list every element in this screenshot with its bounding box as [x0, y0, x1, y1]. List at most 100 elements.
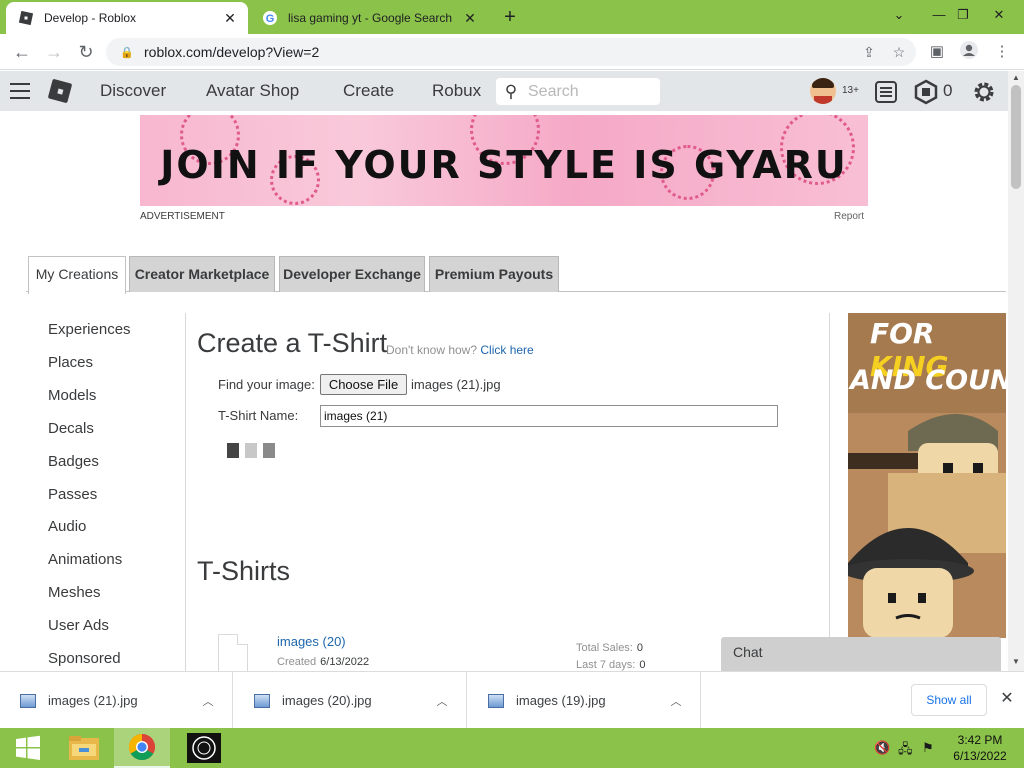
advertisement-banner[interactable]: JOIN IF YOUR STYLE IS GYARU — [140, 115, 868, 206]
search-box[interactable]: ⚲ — [496, 78, 660, 105]
report-ad-link[interactable]: Report — [834, 211, 864, 222]
tab-my-creations[interactable]: My Creations — [28, 256, 126, 294]
browser-tab-title: lisa gaming yt - Google Search — [288, 11, 453, 25]
window-close-button[interactable]: ✕ — [982, 0, 1016, 30]
total-sales-label: Total Sales: — [576, 642, 633, 654]
total-sales: Total Sales: 0 — [576, 642, 643, 654]
scrollbar-thumb[interactable] — [1011, 85, 1021, 189]
forward-button[interactable]: → — [42, 40, 66, 64]
browser-toolbar: ← → ↻ 🔒 roblox.com/develop?View=2 ⇪ ☆ ▣ … — [0, 34, 1024, 70]
robux-icon[interactable] — [913, 79, 939, 105]
section-title: T-Shirts — [197, 556, 291, 586]
sidebar-item-models[interactable]: Models — [48, 387, 96, 404]
tshirt-item-link[interactable]: images (20) — [277, 634, 346, 649]
page-scrollbar[interactable]: ▲ ▼ — [1008, 71, 1024, 671]
avatar[interactable] — [810, 78, 836, 104]
tab-creator-marketplace[interactable]: Creator Marketplace — [129, 256, 275, 292]
close-icon[interactable]: ✕ — [460, 8, 480, 28]
gear-icon[interactable] — [971, 79, 997, 105]
scroll-down-icon[interactable]: ▼ — [1008, 657, 1024, 669]
sidebar-item-passes[interactable]: Passes — [48, 486, 97, 503]
tshirt-name-field[interactable] — [320, 405, 778, 427]
scroll-up-icon[interactable]: ▲ — [1008, 73, 1024, 85]
profile-icon[interactable] — [957, 40, 981, 64]
side-advertisement[interactable]: FOR KING AND COUNTRY — [848, 313, 1006, 638]
svg-text:G: G — [266, 13, 275, 25]
clock-time: 3:42 PM — [957, 733, 1003, 747]
system-clock[interactable]: 3:42 PM 6/13/2022 — [944, 732, 1016, 764]
image-file-icon — [488, 693, 504, 708]
back-button[interactable]: ← — [10, 40, 34, 64]
chevron-up-icon[interactable]: ︿ — [198, 693, 218, 709]
hamburger-menu-icon[interactable] — [10, 83, 30, 99]
taskbar: 🔇 🖧 ⚑ 3:42 PM 6/13/2022 — [0, 728, 1024, 768]
click-here-link[interactable]: Click here — [480, 343, 533, 357]
windows-start-button[interactable] — [0, 728, 56, 768]
notification-flag-icon[interactable]: ⚑ — [922, 740, 934, 756]
file-thumbnail-icon[interactable] — [218, 634, 248, 672]
created-date: Created 6/13/2022 — [277, 656, 369, 668]
nav-robux[interactable]: Robux — [432, 81, 481, 101]
help-hint: Don't know how? Click here — [386, 343, 534, 357]
sidebar-item-decals[interactable]: Decals — [48, 420, 94, 437]
side-panel-icon[interactable]: ▣ — [925, 40, 949, 64]
sidebar-item-audio[interactable]: Audio — [48, 518, 86, 535]
app-taskbar-button[interactable] — [176, 728, 232, 768]
roblox-logo[interactable] — [47, 78, 73, 104]
banner-ad-text: JOIN IF YOUR STYLE IS GYARU — [160, 143, 848, 187]
sidebar-item-places[interactable]: Places — [48, 354, 93, 371]
close-icon[interactable]: ✕ — [996, 688, 1018, 710]
new-tab-button[interactable]: + — [498, 6, 522, 30]
sidebar-item-badges[interactable]: Badges — [48, 453, 99, 470]
close-icon[interactable]: ✕ — [220, 8, 240, 28]
download-item[interactable]: images (21).jpg ︿ — [0, 672, 233, 729]
notifications-list-icon[interactable] — [873, 79, 899, 105]
find-image-label: Find your image: — [218, 377, 315, 392]
address-bar[interactable]: 🔒 roblox.com/develop?View=2 ⇪ ☆ — [106, 38, 916, 66]
download-file-name: images (20).jpg — [282, 693, 372, 708]
sidebar-item-user-ads[interactable]: User Ads — [48, 617, 109, 634]
image-file-icon — [20, 693, 36, 708]
side-ad-for: FOR — [870, 317, 935, 350]
age-badge: 13+ — [842, 85, 859, 96]
url-text: roblox.com/develop?View=2 — [144, 44, 320, 60]
reload-button[interactable]: ↻ — [74, 40, 98, 64]
chat-widget[interactable]: Chat — [721, 637, 1001, 671]
browser-menu-icon[interactable]: ⋮ — [990, 40, 1014, 64]
chevron-up-icon[interactable]: ︿ — [666, 693, 686, 709]
chevron-down-icon[interactable]: ⌄ — [882, 0, 916, 30]
choose-file-button[interactable]: Choose File — [320, 374, 407, 395]
download-item[interactable]: images (19).jpg ︿ — [468, 672, 701, 729]
created-label: Created — [277, 656, 317, 668]
browser-tab-develop[interactable]: Develop - Roblox ✕ — [6, 2, 248, 34]
robux-count: 0 — [943, 81, 953, 100]
tab-premium-payouts[interactable]: Premium Payouts — [429, 256, 559, 292]
search-input[interactable] — [528, 82, 648, 101]
clock-date: 6/13/2022 — [953, 749, 1007, 763]
volume-muted-icon[interactable]: 🔇 — [874, 740, 890, 756]
show-all-button[interactable]: Show all — [911, 684, 987, 716]
sidebar-item-sponsored[interactable]: Sponsored — [48, 650, 121, 667]
nav-avatar-shop[interactable]: Avatar Shop — [206, 81, 299, 101]
chosen-file-name: images (21).jpg — [411, 377, 501, 392]
chevron-up-icon[interactable]: ︿ — [432, 693, 452, 709]
sidebar-item-experiences[interactable]: Experiences — [48, 321, 131, 338]
tab-developer-exchange[interactable]: Developer Exchange — [279, 256, 425, 292]
download-item[interactable]: images (20).jpg ︿ — [234, 672, 467, 729]
network-icon[interactable]: 🖧 — [898, 740, 913, 762]
side-ad-line2: AND COUNTRY — [850, 365, 1006, 396]
nav-create[interactable]: Create — [343, 81, 394, 101]
restore-button[interactable]: ❐ — [946, 0, 980, 30]
content-divider — [829, 313, 830, 671]
browser-tab-google[interactable]: G lisa gaming yt - Google Search ✕ — [250, 2, 488, 34]
browser-tab-title: Develop - Roblox — [44, 11, 137, 25]
creations-sidebar: Experiences Places Models Decals Badges … — [0, 313, 186, 671]
nav-discover[interactable]: Discover — [100, 81, 166, 101]
sidebar-item-meshes[interactable]: Meshes — [48, 584, 101, 601]
chrome-taskbar-button[interactable] — [114, 728, 170, 768]
star-icon[interactable]: ☆ — [888, 41, 910, 63]
loading-indicator — [263, 443, 275, 458]
share-icon[interactable]: ⇪ — [858, 41, 880, 63]
sidebar-item-animations[interactable]: Animations — [48, 551, 122, 568]
file-explorer-button[interactable] — [56, 728, 112, 768]
